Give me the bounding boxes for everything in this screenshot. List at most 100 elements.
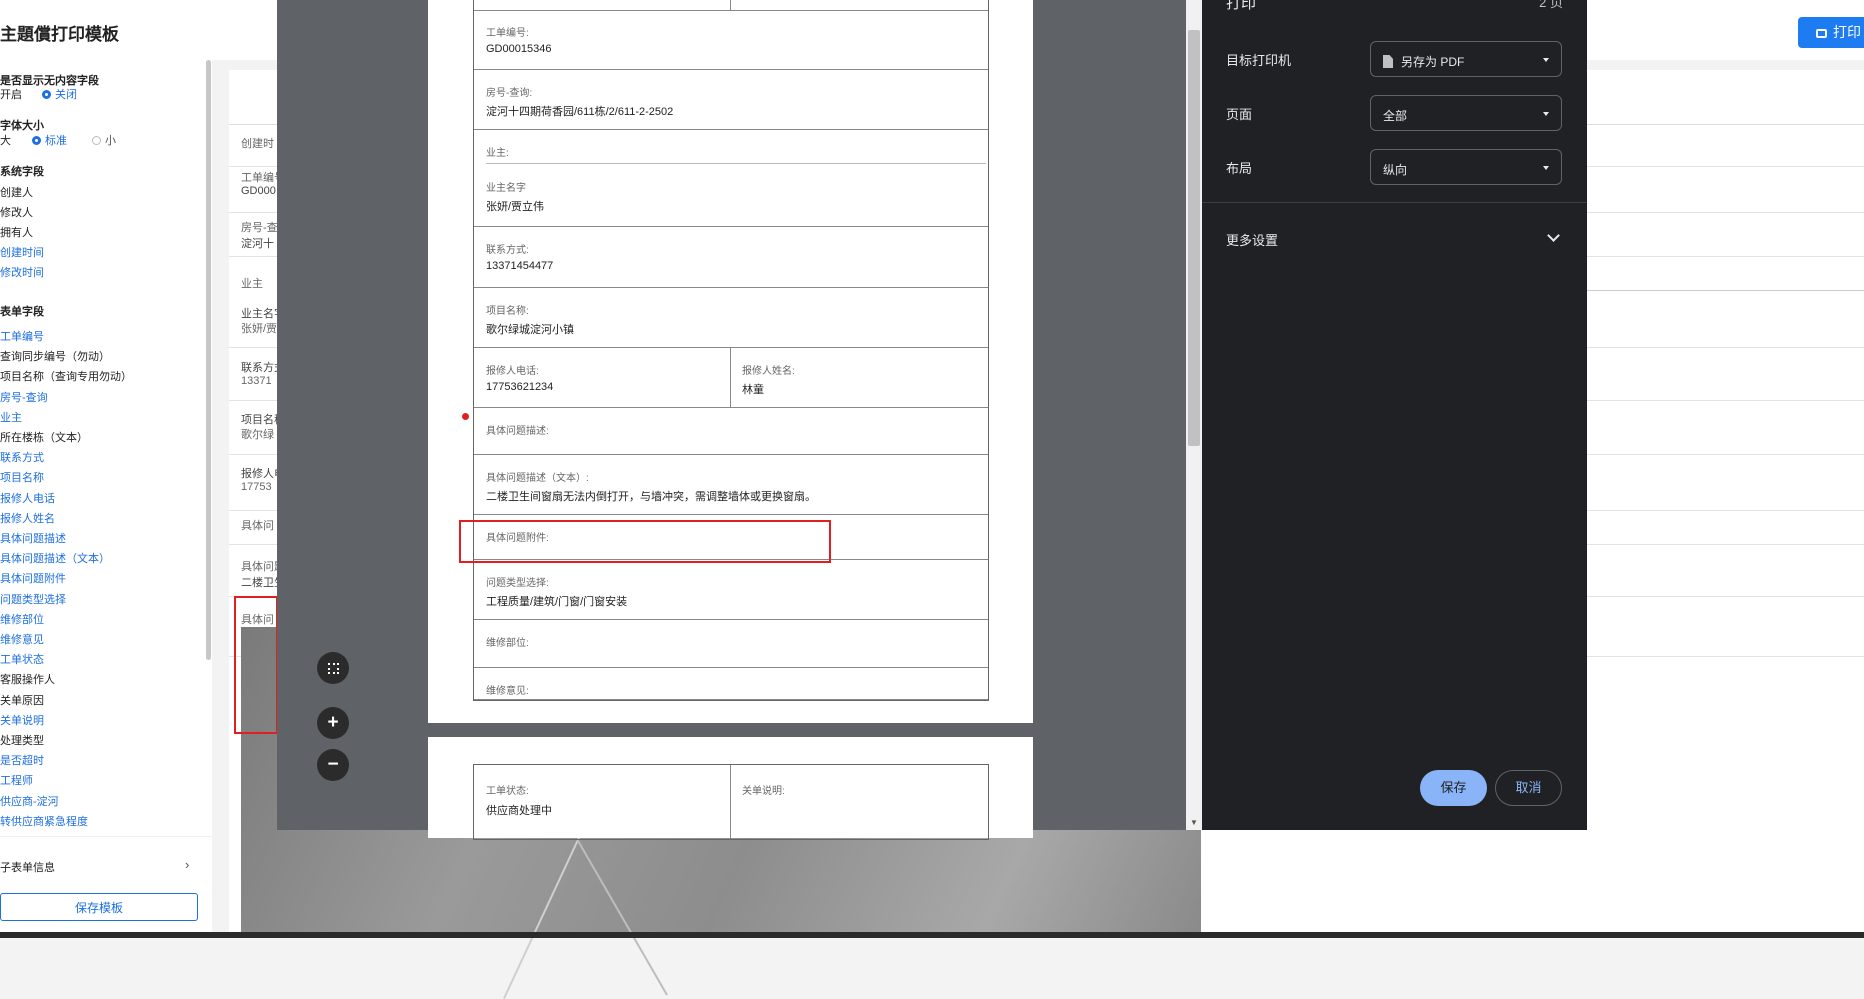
form-field-item[interactable]: 查询同步编号（勿动） [0,348,110,364]
dropdown-arrow-icon [1543,58,1549,62]
table-cell-text: 具体问 [241,520,274,532]
destination-select[interactable]: 另存为 PDF [1370,41,1562,77]
sidebar-scrollbar[interactable] [206,60,211,660]
preview-scrollbar-thumb[interactable] [1188,30,1200,446]
pages-label: 页面 [1226,107,1253,122]
form-field-item[interactable]: 工单编号 [0,328,44,344]
field-value: 17753621234 [486,381,554,393]
fit-to-page-icon [327,663,339,674]
zoom-out-button[interactable]: − [317,749,349,781]
form-field-item[interactable]: 关单原因 [0,692,44,708]
system-field-item[interactable]: 拥有人 [0,224,33,240]
form-field-item[interactable]: 具体问题描述（文本） [0,550,110,566]
field-value: 二楼卫生间窗扇无法内倒打开，与墙冲突，需调整墙体或更换窗扇。 [486,491,816,503]
table-cell-text: 歌尔绿 [241,429,274,441]
field-label: 联系方式: [486,245,529,256]
form-field-item[interactable]: 业主 [0,409,22,425]
chevron-right-icon[interactable]: › [185,857,189,872]
form-field-item[interactable]: 维修部位 [0,611,44,627]
divider [1202,202,1587,203]
table-row: 具体问题描述（文本）: 二楼卫生间窗扇无法内倒打开，与墙冲突，需调整墙体或更换窗扇… [474,455,988,515]
system-field-item[interactable]: 创建人 [0,184,33,200]
page-count: 2 页 [1539,0,1563,10]
form-field-item[interactable]: 报修人电话 [0,490,55,506]
form-field-item[interactable]: 报修人姓名 [0,510,55,526]
form-field-item[interactable]: 是否超时 [0,752,44,768]
font-size-small-option[interactable]: 小 [92,132,116,148]
form-field-item[interactable]: 具体问题描述 [0,530,66,546]
form-field-item[interactable]: 房号-查询 [0,389,48,405]
field-value: 张妍/贾立伟 [486,201,545,213]
template-settings-sidebar: 是否显示无内容字段 开启 关闭 字体大小 大 标准 小 系统字段 表单字段 子表… [0,60,212,938]
highlight-box [459,520,831,563]
field-value: GD00015346 [486,43,552,55]
divider [1579,290,1864,291]
font-size-standard-option[interactable]: 标准 [32,132,67,148]
layout-select[interactable]: 纵向 [1370,149,1562,185]
field-value: 淀河十四期荷香园/611栋/2/611-2-2502 [486,106,674,118]
empty-field-on-option[interactable]: 开启 [0,86,22,102]
radio-selected-icon [32,136,41,145]
field-label: 报修人姓名: [742,366,795,377]
save-button[interactable]: 保存 [1420,770,1487,806]
field-label: 业主: [486,148,509,159]
empty-field-off-option[interactable]: 关闭 [42,86,77,102]
system-field-item[interactable]: 修改人 [0,204,33,220]
divider [486,163,986,164]
table-row: 维修意见: [474,668,988,700]
form-field-item[interactable]: 维修意见 [0,631,44,647]
print-button[interactable]: 打印 [1798,17,1864,48]
field-label: 具体问题描述（文本）: [486,473,589,484]
cancel-button[interactable]: 取消 [1495,770,1562,806]
field-label: 工单状态: [486,786,529,797]
font-size-large-option[interactable]: 大 [0,132,11,148]
preview-page-2: 工单状态: 供应商处理中 关单说明: [428,737,1033,840]
table-row: 报修人电话: 17753621234 报修人姓名: 林童 [474,348,988,408]
chevron-down-icon[interactable] [1547,229,1560,242]
form-field-item[interactable]: 项目名称 [0,469,44,485]
form-field-item[interactable]: 转供应商紧急程度 [0,813,88,829]
zoom-in-button[interactable]: + [317,707,349,739]
table-row: 问题类型选择: 工程质量/建筑/门窗/门窗安装 [474,560,988,620]
table-cell-text: 13371 [241,375,272,387]
field-sublabel: 业主名字 [486,183,526,194]
field-label: 维修意见: [486,686,529,697]
form-field-item[interactable]: 关单说明 [0,712,44,728]
field-value: 工程质量/建筑/门窗/门窗安装 [486,596,628,608]
table-row: 联系方式: 13371454477 [474,227,988,288]
print-dialog-title: 打印 [1226,0,1257,12]
marker-dot [462,413,469,420]
table-row: 维修部位: [474,620,988,668]
field-value: 歌尔绿城淀河小镇 [486,324,574,336]
font-size-section-title: 字体大小 [0,120,44,132]
preview-page-1: 工单编号: GD00015346 房号-查询: 淀河十四期荷香园/611栋/2/611… [428,0,1033,723]
scroll-down-arrow-icon[interactable]: ▼ [1190,818,1198,827]
layout-label: 布局 [1226,161,1253,176]
field-label: 工单编号: [486,28,529,39]
form-field-item[interactable]: 所在楼栋（文本） [0,429,88,445]
more-settings-toggle[interactable]: 更多设置 [1226,230,1278,249]
form-field-item[interactable]: 供应商-淀河 [0,793,59,809]
system-field-item[interactable]: 创建时间 [0,244,44,260]
table-cell-text: 17753 [241,481,272,493]
form-field-item[interactable]: 工程师 [0,772,33,788]
field-label: 维修部位: [486,638,529,649]
form-field-item[interactable]: 工单状态 [0,651,44,667]
form-field-item[interactable]: 处理类型 [0,732,44,748]
sub-form-info[interactable]: 子表单信息 [0,859,55,875]
dropdown-arrow-icon [1543,112,1549,116]
save-template-button[interactable]: 保存模板 [0,893,198,921]
form-field-item[interactable]: 联系方式 [0,449,44,465]
pages-select[interactable]: 全部 [1370,95,1562,131]
system-field-item[interactable]: 修改时间 [0,264,44,280]
field-label: 项目名称: [486,306,529,317]
form-field-item[interactable]: 具体问题附件 [0,570,66,586]
form-field-item[interactable]: 问题类型选择 [0,591,66,607]
form-field-item[interactable]: 客服操作人 [0,671,55,687]
field-value: 林童 [742,384,764,396]
taskbar [0,932,1864,938]
table-row: 业主: 业主名字张妍/贾立伟 [474,130,988,227]
field-label: 关单说明: [742,786,785,797]
fit-to-page-button[interactable] [317,652,349,684]
form-field-item[interactable]: 项目名称（查询专用勿动） [0,368,132,384]
